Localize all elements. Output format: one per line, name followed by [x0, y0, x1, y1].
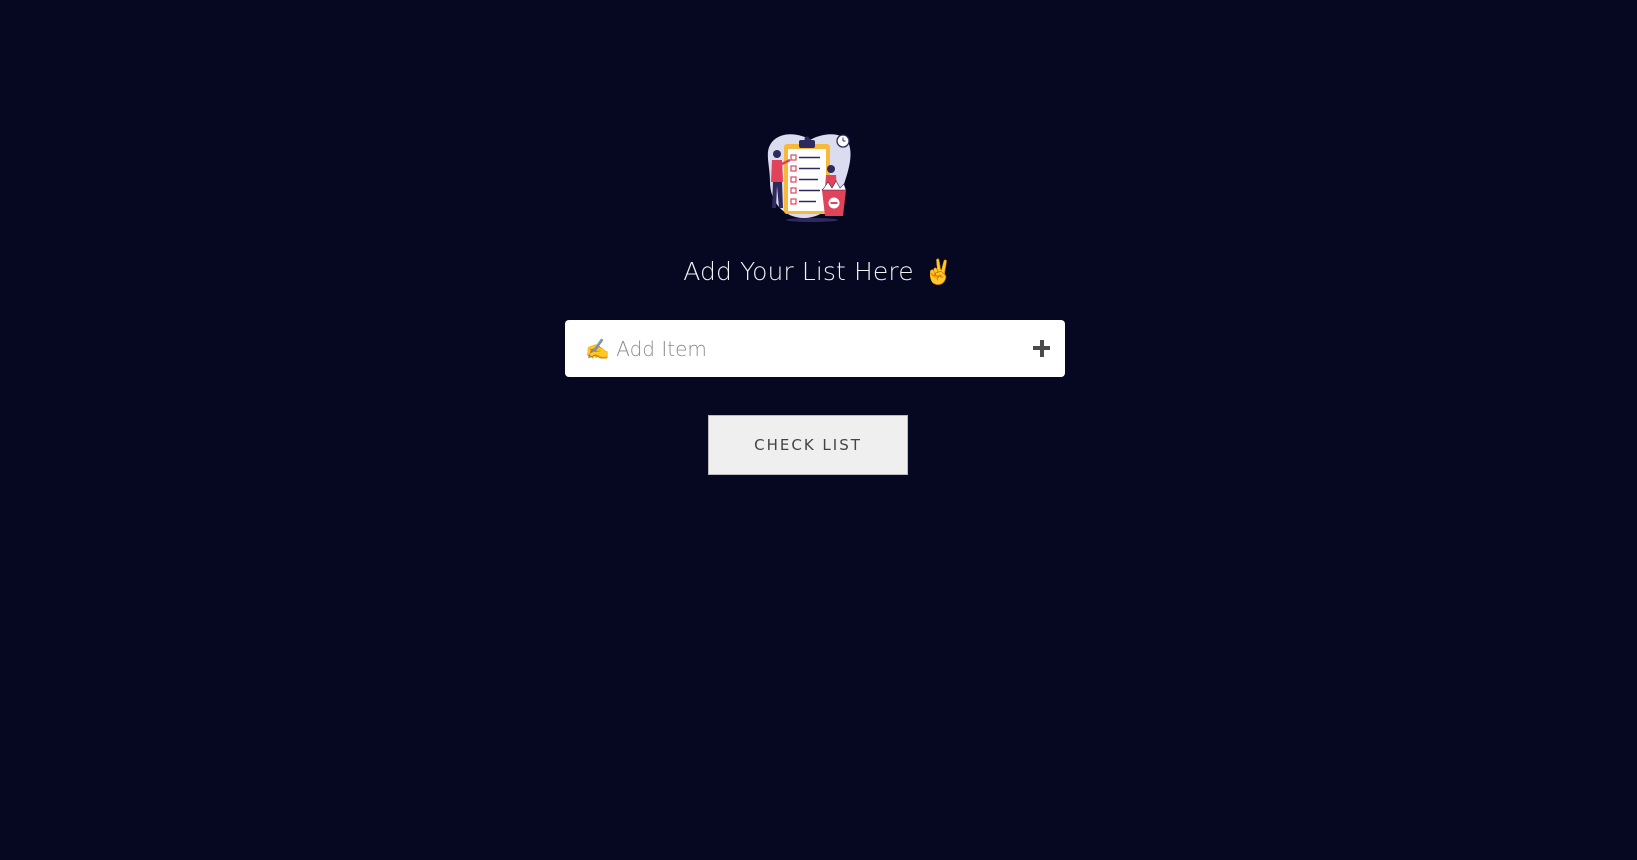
check-list-button[interactable]: CHECK LIST	[708, 415, 908, 475]
checklist-illustration-icon	[767, 134, 851, 222]
page-title: Add Your List Here ✌	[0, 257, 1637, 286]
victory-hand-icon: ✌	[923, 258, 954, 286]
plus-icon[interactable]	[1027, 334, 1055, 362]
page: Add Your List Here ✌ CHECK LIST	[0, 0, 1637, 860]
add-item-input[interactable]	[585, 320, 1005, 377]
add-item-box	[565, 320, 1065, 377]
title-text: Add Your List Here	[683, 257, 914, 286]
